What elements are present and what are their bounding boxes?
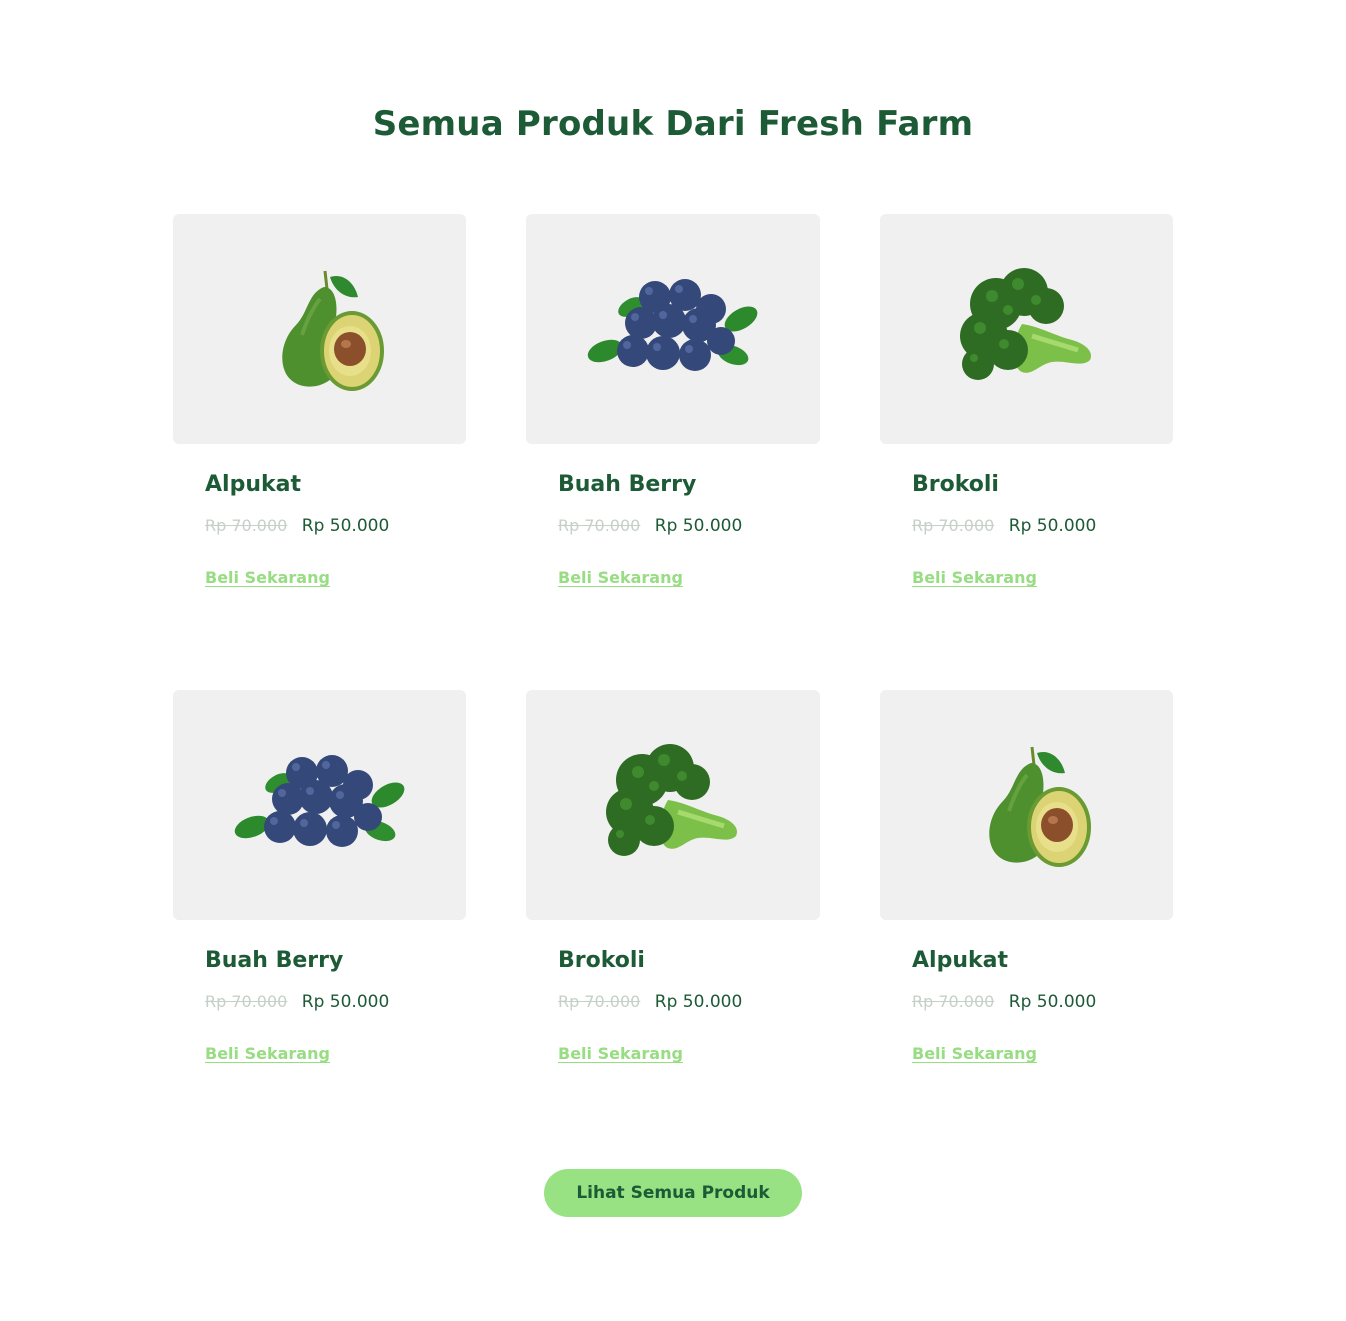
avocado-icon: [988, 746, 1091, 867]
product-card: Buah Berry Rp 70.000 Rp 50.000 Beli Seka…: [173, 690, 466, 1063]
product-info: Buah Berry Rp 70.000 Rp 50.000 Beli Seka…: [205, 944, 465, 1064]
product-info: Alpukat Rp 70.000 Rp 50.000 Beli Sekaran…: [912, 944, 1172, 1064]
product-image[interactable]: [173, 690, 466, 920]
product-card: Alpukat Rp 70.000 Rp 50.000 Beli Sekaran…: [880, 690, 1173, 1063]
buy-now-link[interactable]: Beli Sekarang: [558, 1044, 683, 1063]
product-name: Alpukat: [912, 948, 1008, 973]
price-row: Rp 70.000 Rp 50.000: [912, 514, 1172, 538]
current-price: Rp 50.000: [654, 516, 743, 536]
buy-now-link[interactable]: Beli Sekarang: [205, 568, 330, 587]
current-price: Rp 50.000: [654, 992, 743, 1012]
view-all-products-button[interactable]: Lihat Semua Produk: [544, 1169, 802, 1217]
buy-now-link[interactable]: Beli Sekarang: [558, 568, 683, 587]
avocado-icon: [281, 270, 384, 391]
buy-now-link[interactable]: Beli Sekarang: [912, 1044, 1037, 1063]
product-grid: Alpukat Rp 70.000 Rp 50.000 Beli Sekaran…: [173, 214, 1173, 1063]
current-price: Rp 50.000: [1008, 992, 1097, 1012]
old-price: Rp 70.000: [912, 516, 995, 535]
price-row: Rp 70.000 Rp 50.000: [205, 990, 465, 1014]
product-card: Alpukat Rp 70.000 Rp 50.000 Beli Sekaran…: [173, 214, 466, 587]
broccoli-icon: [606, 744, 738, 856]
product-image[interactable]: [880, 690, 1173, 920]
current-price: Rp 50.000: [301, 992, 390, 1012]
old-price: Rp 70.000: [205, 992, 288, 1011]
product-info: Brokoli Rp 70.000 Rp 50.000 Beli Sekaran…: [558, 944, 818, 1064]
price-row: Rp 70.000 Rp 50.000: [558, 514, 818, 538]
old-price: Rp 70.000: [558, 516, 641, 535]
broccoli-icon: [959, 268, 1091, 380]
product-card: Brokoli Rp 70.000 Rp 50.000 Beli Sekaran…: [526, 690, 820, 1063]
product-name: Buah Berry: [205, 948, 344, 973]
product-info: Alpukat Rp 70.000 Rp 50.000 Beli Sekaran…: [205, 468, 465, 588]
price-row: Rp 70.000 Rp 50.000: [205, 514, 465, 538]
price-row: Rp 70.000 Rp 50.000: [912, 990, 1172, 1014]
product-image[interactable]: [880, 214, 1173, 444]
product-name: Buah Berry: [558, 472, 697, 497]
buy-now-link[interactable]: Beli Sekarang: [912, 568, 1037, 587]
blueberry-icon: [587, 279, 758, 371]
product-image[interactable]: [526, 214, 820, 444]
old-price: Rp 70.000: [912, 992, 995, 1011]
products-page: Semua Produk Dari Fresh Farm Alpukat Rp …: [0, 0, 1346, 1321]
product-image[interactable]: [173, 214, 466, 444]
product-card: Buah Berry Rp 70.000 Rp 50.000 Beli Seka…: [526, 214, 820, 587]
buy-now-link[interactable]: Beli Sekarang: [205, 1044, 330, 1063]
current-price: Rp 50.000: [301, 516, 390, 536]
old-price: Rp 70.000: [558, 992, 641, 1011]
old-price: Rp 70.000: [205, 516, 288, 535]
product-image[interactable]: [526, 690, 820, 920]
section-title: Semua Produk Dari Fresh Farm: [372, 104, 974, 144]
price-row: Rp 70.000 Rp 50.000: [558, 990, 818, 1014]
current-price: Rp 50.000: [1008, 516, 1097, 536]
product-info: Buah Berry Rp 70.000 Rp 50.000 Beli Seka…: [558, 468, 818, 588]
product-name: Brokoli: [912, 472, 999, 497]
product-name: Brokoli: [558, 948, 645, 973]
product-info: Brokoli Rp 70.000 Rp 50.000 Beli Sekaran…: [912, 468, 1172, 588]
product-card: Brokoli Rp 70.000 Rp 50.000 Beli Sekaran…: [880, 214, 1173, 587]
product-name: Alpukat: [205, 472, 301, 497]
blueberry-icon: [234, 755, 404, 847]
